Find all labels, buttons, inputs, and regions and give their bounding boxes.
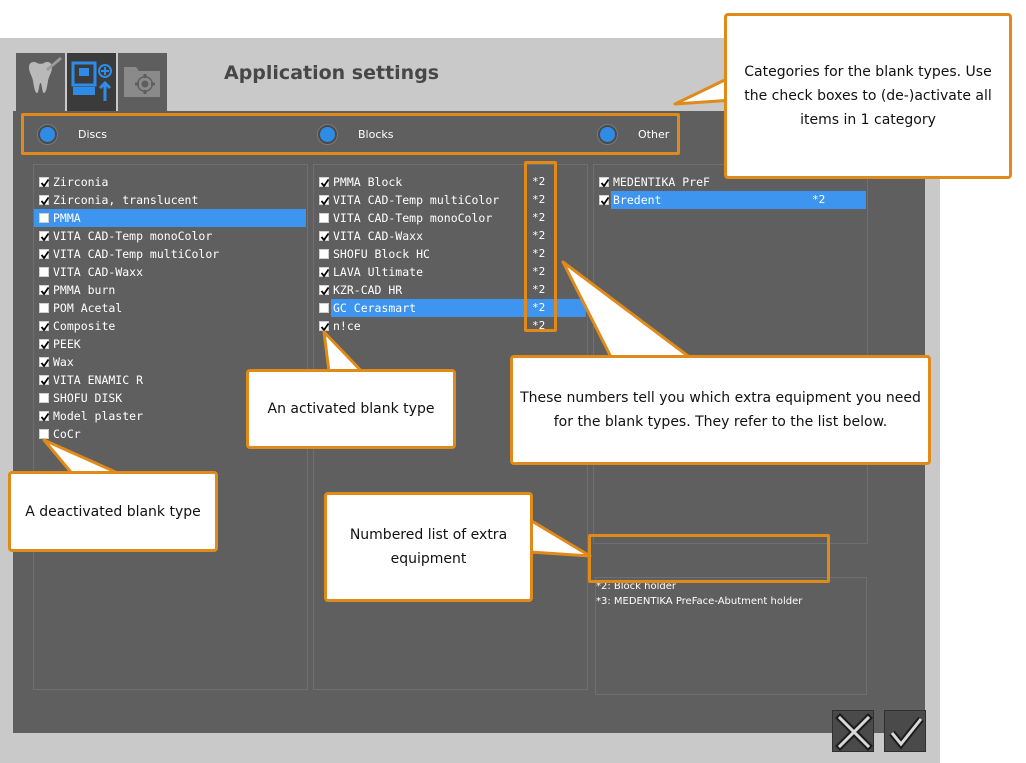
list-callout-pointer: [528, 518, 592, 558]
numbers-highlight: [524, 161, 557, 332]
deactivated-callout: A deactivated blank type: [8, 471, 218, 552]
activated-callout: An activated blank type: [246, 369, 456, 449]
list-callout: Numbered list of extra equipment: [324, 492, 533, 602]
numbers-callout: These numbers tell you which extra equip…: [510, 355, 931, 465]
footnotes-highlight: [588, 534, 830, 583]
numbers-callout-pointer: [561, 260, 702, 367]
categories-callout: Categories for the blank types. Use the …: [724, 13, 1012, 179]
categories-highlight: [21, 113, 680, 155]
